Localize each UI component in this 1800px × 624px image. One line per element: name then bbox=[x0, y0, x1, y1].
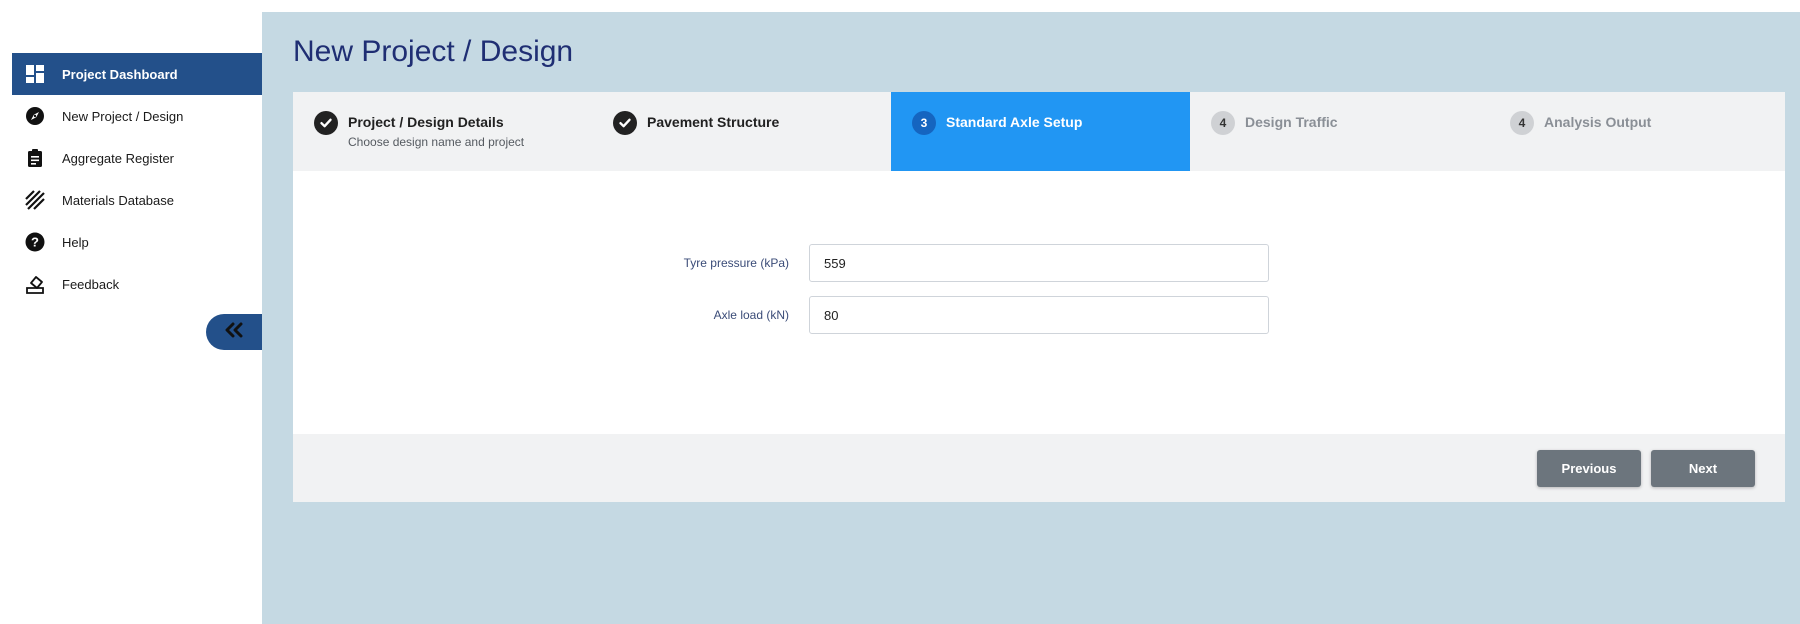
main-content: New Project / Design Project / Design De… bbox=[262, 12, 1800, 624]
sidebar-item-aggregate-register[interactable]: Aggregate Register bbox=[12, 137, 262, 179]
step-title: Pavement Structure bbox=[647, 114, 780, 130]
dashboard-icon bbox=[24, 63, 46, 85]
hatch-icon bbox=[24, 189, 46, 211]
step-design-traffic[interactable]: 4 Design Traffic bbox=[1190, 92, 1489, 171]
page-title: New Project / Design bbox=[293, 35, 574, 68]
sidebar-item-label: Materials Database bbox=[62, 192, 174, 208]
sidebar-nav: Project Dashboard New Project / Design A… bbox=[12, 53, 262, 305]
sidebar-item-label: Feedback bbox=[62, 276, 120, 292]
axle-load-label: Axle load (kN) bbox=[713, 308, 789, 322]
sidebar-item-label: Aggregate Register bbox=[62, 150, 175, 166]
step-title: Standard Axle Setup bbox=[946, 114, 1083, 130]
help-icon: ? bbox=[24, 231, 46, 253]
collapse-sidebar-button[interactable] bbox=[206, 314, 262, 350]
step-pavement-structure[interactable]: Pavement Structure bbox=[592, 92, 891, 171]
step-analysis-output[interactable]: 4 Analysis Output bbox=[1489, 92, 1788, 171]
step-title: Analysis Output bbox=[1544, 114, 1652, 130]
step-title: Project / Design Details bbox=[348, 114, 504, 130]
sidebar-item-materials-database[interactable]: Materials Database bbox=[12, 179, 262, 221]
compass-icon bbox=[24, 105, 46, 127]
double-chevron-left-icon bbox=[223, 322, 245, 343]
sidebar-item-feedback[interactable]: Feedback bbox=[12, 263, 262, 305]
wizard-card: Project / Design Details Choose design n… bbox=[293, 92, 1785, 502]
step-number: 3 bbox=[912, 111, 936, 135]
sidebar-item-new-project-design[interactable]: New Project / Design bbox=[12, 95, 262, 137]
next-button[interactable]: Next bbox=[1651, 450, 1755, 487]
feedback-icon bbox=[24, 273, 46, 295]
sidebar-item-project-dashboard[interactable]: Project Dashboard bbox=[12, 53, 262, 95]
tyre-pressure-row: Tyre pressure (kPa) bbox=[293, 244, 1785, 282]
step-number: 4 bbox=[1510, 111, 1534, 135]
sidebar-item-label: New Project / Design bbox=[62, 108, 184, 124]
axle-load-input[interactable] bbox=[809, 296, 1269, 334]
svg-text:?: ? bbox=[31, 235, 39, 250]
step-number: 4 bbox=[1211, 111, 1235, 135]
step-title: Design Traffic bbox=[1245, 114, 1338, 130]
check-icon bbox=[314, 111, 338, 135]
tyre-pressure-label: Tyre pressure (kPa) bbox=[683, 256, 789, 270]
wizard-footer: Previous Next bbox=[293, 434, 1785, 502]
sidebar-item-label: Help bbox=[62, 234, 89, 250]
step-standard-axle-setup[interactable]: 3 Standard Axle Setup bbox=[891, 92, 1190, 171]
sidebar-item-label: Project Dashboard bbox=[62, 66, 178, 82]
tyre-pressure-input[interactable] bbox=[809, 244, 1269, 282]
stepper: Project / Design Details Choose design n… bbox=[293, 92, 1785, 171]
sidebar-item-help[interactable]: ? Help bbox=[12, 221, 262, 263]
sidebar: Project Dashboard New Project / Design A… bbox=[0, 12, 262, 624]
step-subtitle: Choose design name and project bbox=[348, 135, 525, 149]
axle-load-row: Axle load (kN) bbox=[293, 296, 1785, 334]
step-project-design-details[interactable]: Project / Design Details Choose design n… bbox=[293, 92, 592, 171]
previous-button[interactable]: Previous bbox=[1537, 450, 1641, 487]
clipboard-icon bbox=[24, 147, 46, 169]
check-icon bbox=[613, 111, 637, 135]
